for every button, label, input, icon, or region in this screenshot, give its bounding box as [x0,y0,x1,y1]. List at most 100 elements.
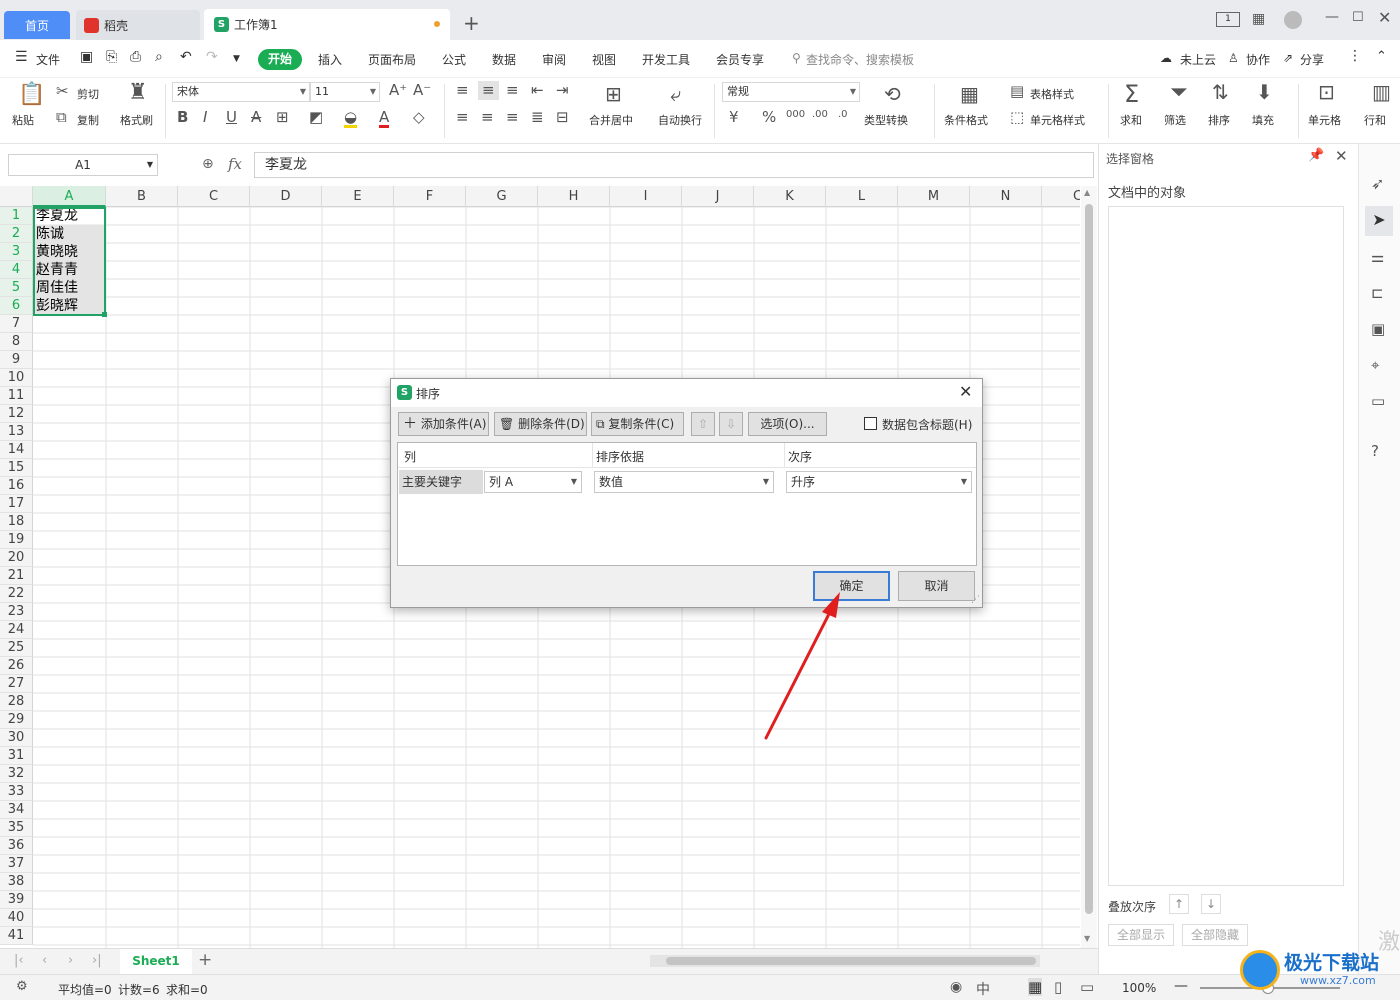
format-painter-icon[interactable]: ♜ [128,82,148,104]
column-header-e[interactable]: E [322,186,394,207]
row-header[interactable]: 1 [0,207,33,225]
row-header[interactable]: 23 [0,603,33,621]
input-method-icon[interactable]: 中 [976,979,990,999]
redo-icon[interactable]: ↷ [206,49,218,65]
avatar[interactable] [1284,11,1302,29]
border-icon[interactable]: ⊞ [276,110,289,125]
column-header-n[interactable]: N [970,186,1042,207]
hide-all-button[interactable]: 全部隐藏 [1182,924,1248,946]
quick-access-dropdown-icon[interactable]: ▼ [233,54,240,64]
type-convert-icon[interactable]: ⟲ [884,84,901,104]
menu-formula[interactable]: 公式 [442,51,466,68]
table-style-icon[interactable]: ▤ [1010,84,1024,99]
fill-icon[interactable]: ⬇ [1256,82,1273,102]
bring-forward-icon[interactable]: ↑ [1169,894,1189,914]
cell-icon[interactable]: ⊡ [1318,82,1335,102]
row-header[interactable]: 28 [0,693,33,711]
rocket-icon[interactable]: ➶ [1371,174,1384,193]
row-header[interactable]: 39 [0,891,33,909]
row-header[interactable]: 41 [0,927,33,945]
column-header-d[interactable]: D [250,186,322,207]
row-header[interactable]: 29 [0,711,33,729]
menu-member[interactable]: 会员专享 [716,51,764,68]
percent-icon[interactable]: % [762,110,776,125]
page-break-view-icon[interactable]: ▭ [1080,978,1094,996]
print-preview-icon[interactable]: ⌕ [155,49,163,65]
fill-color-icon[interactable]: ◒ [344,110,358,128]
book-icon[interactable]: ▭ [1371,392,1385,410]
page-layout-view-icon[interactable]: ▯ [1054,978,1062,996]
row-header[interactable]: 34 [0,801,33,819]
grid-apps-icon[interactable]: ▦ [1252,11,1265,27]
undo-icon[interactable]: ↶ [180,49,192,65]
column-header-a[interactable]: A [33,186,106,207]
table-style-button[interactable]: 表格样式 [1030,86,1074,102]
sum-icon[interactable]: Σ [1124,82,1139,106]
row-header[interactable]: 6 [0,297,33,315]
underline-icon[interactable]: U [226,110,237,125]
align-middle-icon[interactable]: ≡ [478,81,499,100]
sort-button[interactable]: 排序 [1208,112,1230,128]
row-header[interactable]: 9 [0,351,33,369]
move-up-button[interactable]: ⇧ [691,412,715,436]
cloud-status[interactable]: 未上云 [1180,51,1216,68]
font-color-icon[interactable]: A [379,110,390,128]
image-tool-icon[interactable]: ▣ [1371,320,1385,338]
row-header[interactable]: 38 [0,873,33,891]
save-icon[interactable]: ▣ [80,49,93,65]
column-header-g[interactable]: G [466,186,538,207]
font-size-select[interactable]: 11 ▼ [310,82,380,102]
first-sheet-icon[interactable]: |‹ [14,953,24,968]
distributed-icon[interactable]: ⊟ [556,110,569,125]
close-pane-icon[interactable]: ✕ [1335,147,1348,165]
next-sheet-icon[interactable]: › [68,953,73,968]
column-header-h[interactable]: H [538,186,610,207]
row-col-button[interactable]: 行和 [1364,112,1386,128]
column-header-k[interactable]: K [754,186,826,207]
row-header[interactable]: 25 [0,639,33,657]
column-header-b[interactable]: B [106,186,178,207]
merge-center-button[interactable]: 合并居中 [589,112,633,128]
row-header[interactable]: 14 [0,441,33,459]
column-header-j[interactable]: J [682,186,754,207]
fill-button[interactable]: 填充 [1252,112,1274,128]
row-header[interactable]: 27 [0,675,33,693]
align-right-icon[interactable]: ≡ [506,110,519,125]
row-header[interactable]: 2 [0,225,33,243]
paste-button[interactable]: 粘贴 [12,112,34,128]
cell-button[interactable]: 单元格 [1308,112,1341,128]
zoom-level[interactable]: 100% [1122,981,1156,995]
share-button[interactable]: 分享 [1300,51,1324,68]
sheet-tab-sheet1[interactable]: Sheet1 [120,949,192,974]
new-tab-button[interactable]: + [463,11,480,35]
fill-pattern-icon[interactable]: ◩ [309,110,323,125]
italic-icon[interactable]: I [203,110,207,125]
indent-icon[interactable]: ⇥ [556,83,569,98]
dialog-title-bar[interactable]: S 排序 ✕ [391,379,982,407]
layout-icon[interactable]: 1 [1216,12,1240,27]
fill-handle[interactable] [102,312,107,317]
sort-order-select[interactable]: 升序 ▼ [786,471,972,493]
resize-grip-icon[interactable]: ⋰ [971,595,980,605]
menu-insert[interactable]: 插入 [318,51,342,68]
row-header[interactable]: 35 [0,819,33,837]
menu-view[interactable]: 视图 [592,51,616,68]
font-name-select[interactable]: 宋体 ▼ [172,82,310,102]
bold-icon[interactable]: B [177,110,188,125]
row-header[interactable]: 3 [0,243,33,261]
cancel-button[interactable]: 取消 [898,571,975,601]
conditional-format-icon[interactable]: ▦ [960,84,979,104]
cut-button[interactable]: 剪切 [77,86,99,102]
outdent-icon[interactable]: ⇤ [531,83,544,98]
menu-developer[interactable]: 开发工具 [642,51,690,68]
vertical-scroll-thumb[interactable] [1085,204,1093,914]
paste-icon[interactable]: 📋 [18,84,45,106]
column-header-f[interactable]: F [394,186,466,207]
tab-daoke[interactable]: 稻壳 [76,10,200,40]
pin-icon[interactable]: 📌 [1308,148,1324,163]
compass-icon[interactable]: ⌖ [1371,356,1379,374]
vertical-scrollbar[interactable]: ▲ ▼ [1081,186,1097,948]
clear-format-icon[interactable]: ◇ [413,110,425,125]
cursor-icon[interactable]: ➤ [1365,206,1393,236]
collab-button[interactable]: 协作 [1246,51,1270,68]
